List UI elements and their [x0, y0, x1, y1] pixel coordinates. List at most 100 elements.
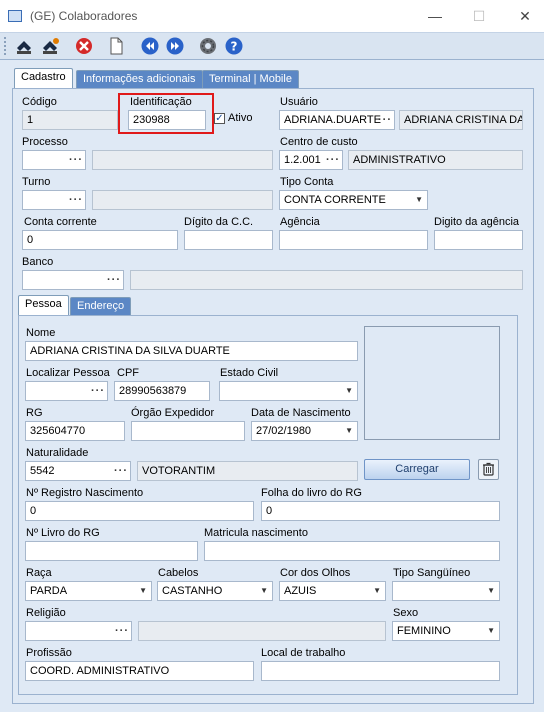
tab-pessoa[interactable]: Pessoa: [18, 295, 69, 316]
conta-corrente-label: Conta corrente: [24, 216, 97, 228]
religiao-lookup-button[interactable]: ···: [115, 622, 129, 640]
usuario-login-field[interactable]: ADRIANA.DUARTE ···: [279, 110, 395, 130]
digito-cc-field[interactable]: [184, 230, 273, 250]
rg-field[interactable]: 325604770: [25, 421, 125, 441]
centro-custo-label: Centro de custo: [280, 136, 358, 148]
previous-icon[interactable]: [140, 36, 160, 56]
identificacao-field[interactable]: 230988: [128, 110, 206, 130]
digito-agencia-field[interactable]: [434, 230, 523, 250]
sexo-select[interactable]: FEMININO ▼: [392, 621, 500, 641]
tab-informacoes-adicionais[interactable]: Informações adicionais: [76, 70, 203, 88]
tab-terminal-mobile[interactable]: Terminal | Mobile: [202, 70, 299, 88]
app-icon: [8, 10, 22, 22]
livro-rg-field[interactable]: [25, 541, 198, 561]
banco-field[interactable]: ···: [22, 270, 124, 290]
codigo-field[interactable]: 1: [22, 110, 118, 130]
agencia-label: Agência: [280, 216, 320, 228]
sexo-value: FEMININO: [397, 625, 451, 637]
carregar-button[interactable]: Carregar: [364, 459, 470, 480]
new-document-icon[interactable]: [106, 36, 126, 56]
ativo-checkbox[interactable]: ✓: [214, 113, 225, 124]
toolbar-grip: [4, 37, 9, 55]
trash-button[interactable]: [478, 459, 499, 480]
naturalidade-field[interactable]: 5542 ···: [25, 461, 131, 481]
data-nascimento-value: 27/02/1980: [256, 425, 312, 437]
matricula-field[interactable]: [204, 541, 500, 561]
profissao-label: Profissão: [26, 647, 72, 659]
next-icon[interactable]: [165, 36, 185, 56]
toolbar: ?: [0, 32, 544, 60]
tipo-conta-value: CONTA CORRENTE: [284, 194, 386, 206]
codigo-label: Código: [22, 96, 57, 108]
identificacao-label: Identificação: [130, 96, 192, 108]
centro-custo-field[interactable]: 1.2.001 ···: [279, 150, 343, 170]
delete-icon[interactable]: [74, 36, 94, 56]
settings-icon[interactable]: [198, 36, 218, 56]
tipo-conta-label: Tipo Conta: [280, 176, 334, 188]
centro-custo-code: 1.2.001: [284, 154, 321, 166]
close-button[interactable]: ✕: [514, 6, 536, 26]
turno-lookup-button[interactable]: ···: [69, 191, 83, 209]
chevron-down-icon: ▼: [487, 586, 495, 595]
localizar-pessoa-label: Localizar Pessoa: [26, 367, 110, 379]
chevron-down-icon: ▼: [373, 586, 381, 595]
window-title: (GE) Colaboradores: [30, 9, 138, 23]
minimize-button[interactable]: —: [424, 6, 446, 26]
turno-field[interactable]: ···: [22, 190, 86, 210]
banco-lookup-button[interactable]: ···: [107, 271, 121, 289]
naturalidade-city-field: VOTORANTIM: [137, 461, 358, 481]
maximize-button[interactable]: ☐: [468, 6, 490, 26]
cpf-field[interactable]: 28990563879: [114, 381, 210, 401]
processo-lookup-button[interactable]: ···: [69, 151, 83, 169]
banco-desc-field: [130, 270, 523, 290]
cabelos-select[interactable]: CASTANHO ▼: [157, 581, 273, 601]
usuario-lookup-button[interactable]: ···: [378, 111, 392, 129]
estado-civil-select[interactable]: ▼: [219, 381, 358, 401]
chevron-down-icon: ▼: [260, 586, 268, 595]
registro-nascimento-field[interactable]: 0: [25, 501, 254, 521]
religiao-label: Religião: [26, 607, 66, 619]
orgao-expedidor-field[interactable]: [131, 421, 245, 441]
ativo-label: Ativo: [228, 112, 253, 124]
localizar-pessoa-lookup-button[interactable]: ···: [91, 382, 105, 400]
trash-icon: [483, 462, 494, 476]
tipo-sanguineo-select[interactable]: ▼: [392, 581, 500, 601]
local-trabalho-field[interactable]: [261, 661, 500, 681]
localizar-pessoa-field[interactable]: ···: [25, 381, 108, 401]
save-icon[interactable]: [14, 36, 34, 56]
centro-custo-lookup-button[interactable]: ···: [326, 151, 340, 169]
folha-livro-field[interactable]: 0: [261, 501, 500, 521]
chevron-down-icon: ▼: [139, 586, 147, 595]
religiao-desc-field: [138, 621, 386, 641]
conta-corrente-field[interactable]: 0: [22, 230, 178, 250]
centro-custo-desc-field: ADMINISTRATIVO: [348, 150, 523, 170]
registro-nascimento-label: Nº Registro Nascimento: [26, 487, 144, 499]
usuario-name-field: ADRIANA CRISTINA DA: [399, 110, 523, 130]
tab-cadastro[interactable]: Cadastro: [14, 68, 73, 89]
cor-olhos-select[interactable]: AZUIS ▼: [279, 581, 386, 601]
processo-label: Processo: [22, 136, 68, 148]
naturalidade-lookup-button[interactable]: ···: [114, 462, 128, 480]
profissao-field[interactable]: COORD. ADMINISTRATIVO: [25, 661, 254, 681]
data-nascimento-field[interactable]: 27/02/1980 ▼: [251, 421, 358, 441]
title-bar: (GE) Colaboradores — ☐ ✕: [0, 0, 544, 32]
agencia-field[interactable]: [279, 230, 428, 250]
tab-endereco[interactable]: Endereço: [70, 297, 132, 315]
religiao-field[interactable]: ···: [25, 621, 132, 641]
chevron-down-icon: ▼: [345, 386, 353, 395]
raca-select[interactable]: PARDA ▼: [25, 581, 152, 601]
orgao-expedidor-label: Órgão Expedidor: [131, 407, 215, 419]
banco-label: Banco: [22, 256, 54, 268]
processo-desc-field: [92, 150, 273, 170]
nome-label: Nome: [26, 327, 56, 339]
cabelos-label: Cabelos: [158, 567, 199, 579]
save-as-icon[interactable]: [40, 36, 60, 56]
help-icon[interactable]: ?: [224, 36, 244, 56]
matricula-label: Matricula nascimento: [204, 527, 308, 539]
usuario-login-value: ADRIANA.DUARTE: [284, 114, 381, 126]
chevron-down-icon: ▼: [415, 195, 423, 204]
processo-field[interactable]: ···: [22, 150, 86, 170]
turno-desc-field: [92, 190, 273, 210]
nome-field[interactable]: ADRIANA CRISTINA DA SILVA DUARTE: [25, 341, 358, 361]
tipo-conta-select[interactable]: CONTA CORRENTE ▼: [279, 190, 428, 210]
